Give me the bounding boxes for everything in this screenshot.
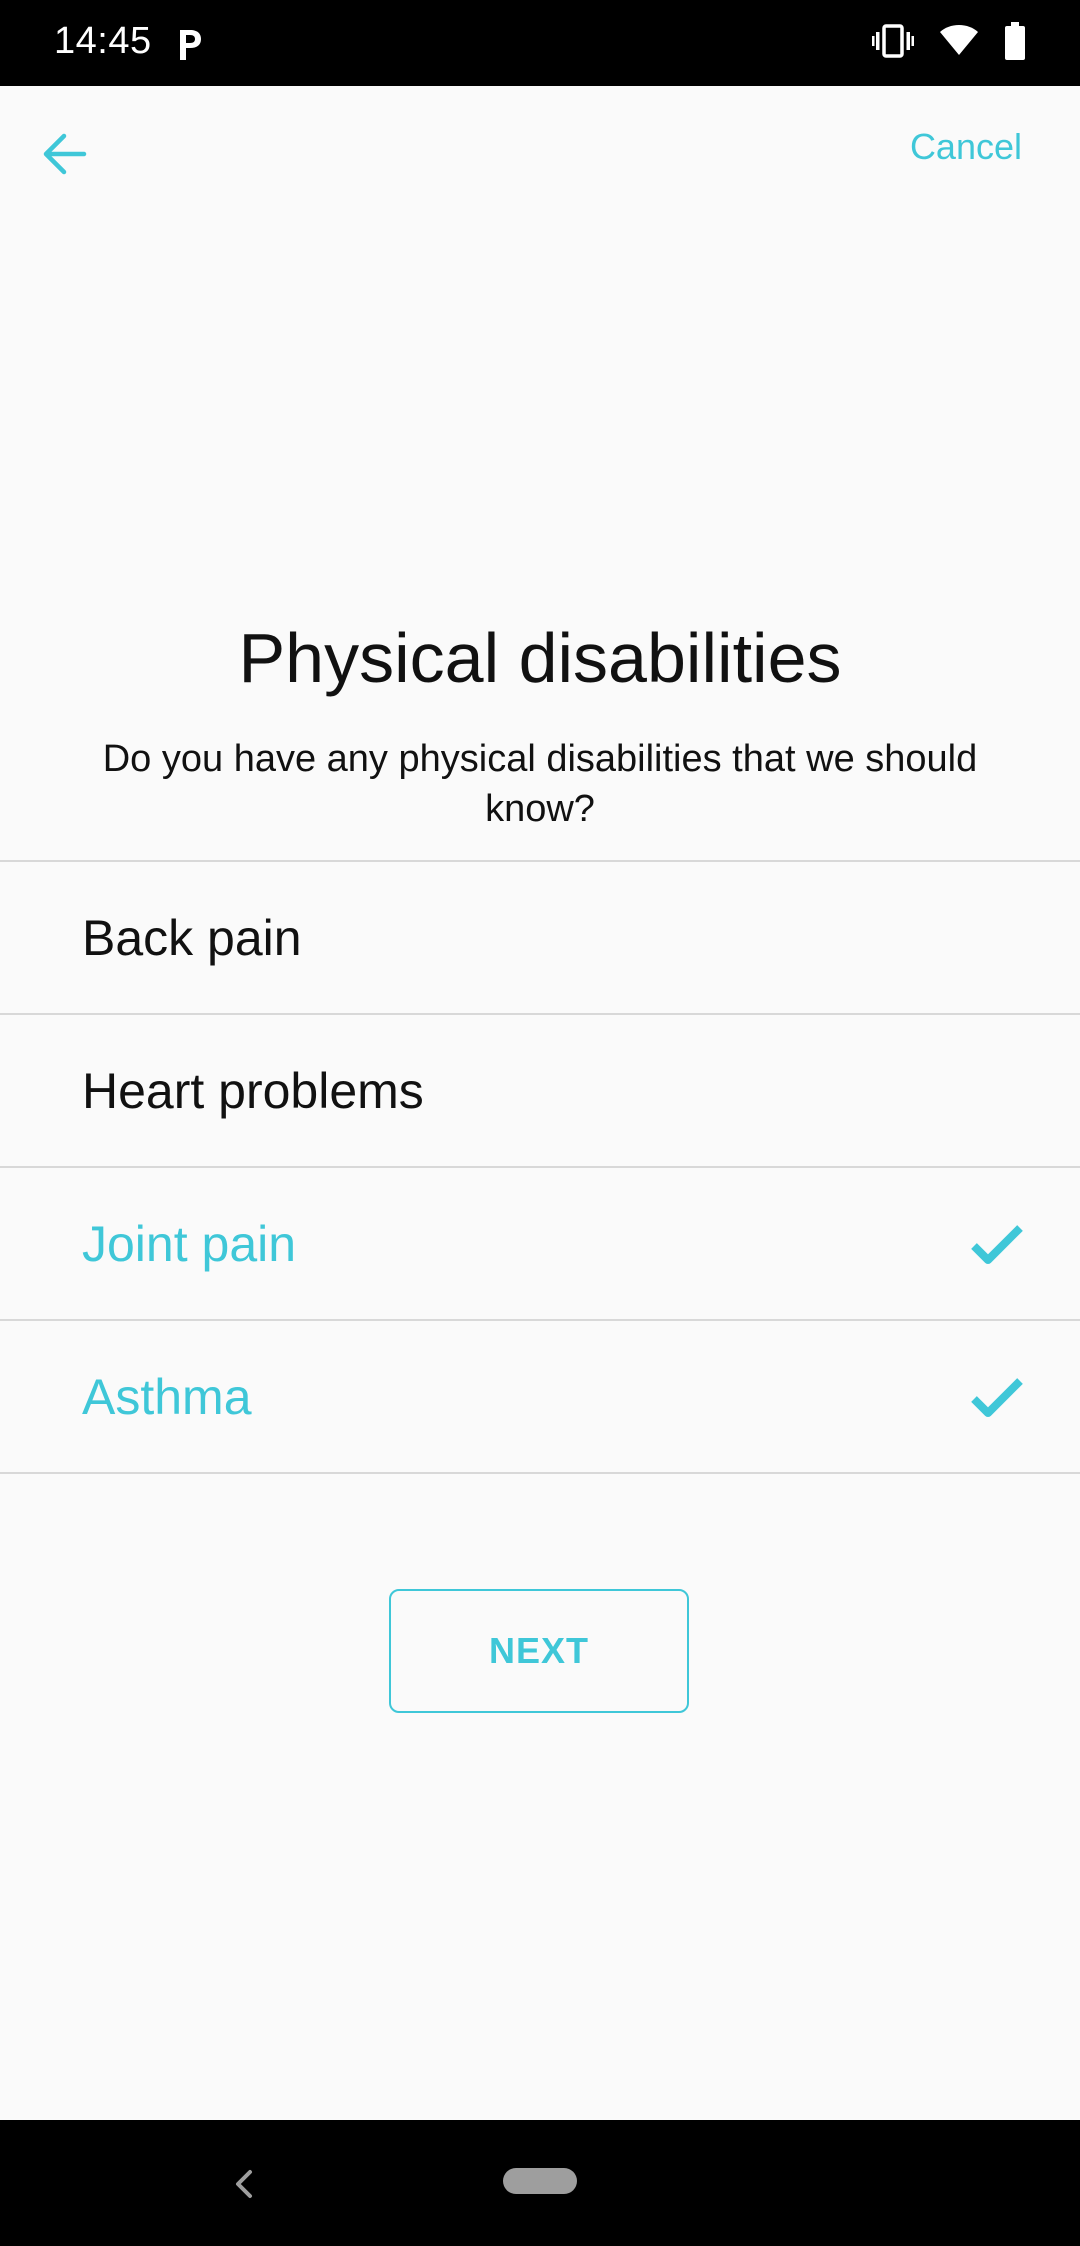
screen: 14:45 Cancel Physical disabilities Do yo… bbox=[0, 0, 1080, 2246]
option-label: Asthma bbox=[82, 1368, 252, 1425]
option-label: Back pain bbox=[82, 909, 302, 966]
option-joint-pain[interactable]: Joint pain bbox=[0, 1168, 1080, 1321]
page-subtitle: Do you have any physical disabilities th… bbox=[102, 738, 978, 830]
arrow-left-icon bbox=[43, 133, 87, 175]
options-list: Back pain Heart problems Joint pain Asth… bbox=[0, 860, 1080, 1474]
parking-app-icon bbox=[180, 30, 201, 60]
option-label: Heart problems bbox=[82, 1062, 424, 1119]
home-pill-icon[interactable] bbox=[503, 2168, 577, 2194]
checkmark-icon bbox=[971, 1377, 1023, 1417]
checkmark-icon bbox=[971, 1224, 1023, 1264]
option-back-pain[interactable]: Back pain bbox=[0, 862, 1080, 1015]
status-icons bbox=[872, 22, 1026, 60]
battery-icon bbox=[1005, 22, 1025, 60]
status-bar: 14:45 bbox=[0, 0, 1080, 86]
page-title: Physical disabilities bbox=[238, 619, 842, 697]
status-time: 14:45 bbox=[54, 20, 152, 62]
option-heart-problems[interactable]: Heart problems bbox=[0, 1015, 1080, 1168]
nav-back-icon[interactable] bbox=[226, 2164, 262, 2204]
option-asthma[interactable]: Asthma bbox=[0, 1321, 1080, 1474]
navigation-bar bbox=[0, 2120, 1080, 2246]
wifi-icon bbox=[940, 25, 978, 55]
vibrate-icon bbox=[872, 24, 914, 58]
cancel-button[interactable]: Cancel bbox=[910, 126, 1022, 168]
back-button[interactable] bbox=[26, 116, 102, 192]
toolbar: Cancel bbox=[0, 86, 1080, 222]
option-label: Joint pain bbox=[82, 1215, 297, 1272]
next-button[interactable]: NEXT bbox=[389, 1589, 689, 1713]
